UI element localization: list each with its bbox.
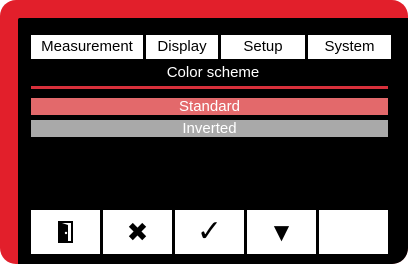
menu-tabs: Measurement Display Setup System: [31, 35, 391, 59]
softkey-bar: ✖ ✓ ▼: [31, 210, 388, 254]
softkey-cancel[interactable]: ✖: [103, 210, 172, 254]
device-frame: Measurement Display Setup System Color s…: [0, 0, 408, 264]
softkey-exit[interactable]: [31, 210, 100, 254]
confirm-check-icon: ✓: [196, 215, 223, 248]
softkey-blank[interactable]: [319, 210, 388, 254]
option-inverted[interactable]: Inverted: [31, 120, 388, 137]
softkey-down[interactable]: ▼: [247, 210, 316, 254]
display-screen: Measurement Display Setup System Color s…: [18, 18, 408, 264]
tab-measurement[interactable]: Measurement: [31, 35, 143, 59]
divider: [31, 86, 388, 89]
cancel-x-icon: ✖: [126, 217, 149, 247]
down-arrow-icon: ▼: [268, 217, 295, 247]
tab-setup[interactable]: Setup: [221, 35, 305, 59]
tab-display[interactable]: Display: [146, 35, 218, 59]
softkey-confirm[interactable]: ✓: [175, 210, 244, 254]
exit-door-icon: [57, 221, 73, 243]
tab-system[interactable]: System: [308, 35, 391, 59]
option-standard[interactable]: Standard: [31, 98, 388, 115]
section-title: Color scheme: [166, 64, 260, 81]
